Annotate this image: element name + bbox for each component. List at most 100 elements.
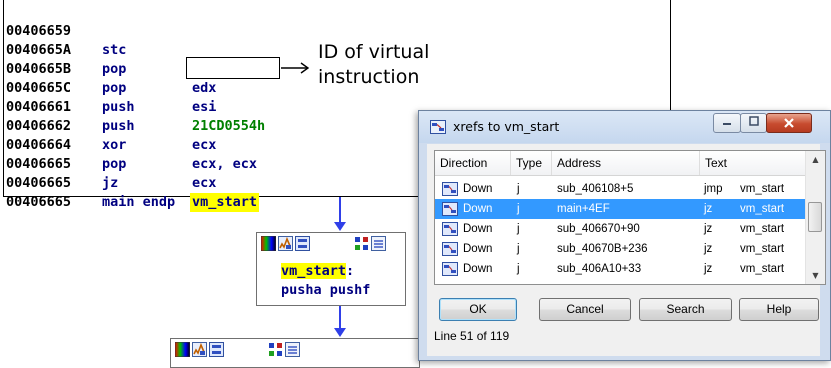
node-label-colon: : <box>346 263 355 279</box>
xref-type: j <box>517 223 520 235</box>
xref-address: sub_406108+5 <box>557 183 634 195</box>
xref-direction: Down <box>463 203 493 215</box>
xref-text-target: vm_start <box>740 263 785 275</box>
close-button[interactable] <box>766 113 812 133</box>
cancel-button[interactable]: Cancel <box>539 298 631 321</box>
xref-type: j <box>517 263 520 275</box>
asm-operands: edx <box>192 80 217 96</box>
asm-line[interactable]: 00406662 xor ecx, ecx <box>6 98 257 172</box>
xref-text-target: vm_start <box>740 243 785 255</box>
node-label[interactable]: vm_start <box>281 263 347 279</box>
help-button[interactable]: Help <box>739 298 819 321</box>
xref-row-selected[interactable]: Down j main+4EF jz vm_start <box>435 199 807 219</box>
list-header: Direction Type Address Text <box>435 151 807 176</box>
edit-icon[interactable] <box>278 236 293 251</box>
xref-type: j <box>517 203 520 215</box>
xref-row[interactable]: Down j sub_40670B+236 jz vm_start <box>435 239 807 259</box>
xref-text-target: vm_start <box>740 223 785 235</box>
asm-line[interactable]: 0040665A pop edx <box>6 22 216 96</box>
xref-text-op: jz <box>704 223 713 235</box>
xref-text-op: jz <box>704 263 713 275</box>
graph-edge <box>339 197 341 225</box>
column-header-direction[interactable]: Direction <box>435 151 511 175</box>
column-header-address[interactable]: Address <box>552 151 700 175</box>
maximize-button[interactable] <box>740 113 767 133</box>
xref-text-target: vm_start <box>740 183 785 195</box>
xref-row[interactable]: Down j sub_406A10+33 jz vm_start <box>435 259 807 279</box>
xrefs-list[interactable]: Direction Type Address Text Down j sub_4… <box>434 150 826 285</box>
asm-mnemonic: pop <box>102 61 127 77</box>
color-palette-icon[interactable] <box>175 342 190 357</box>
dialog-title: xrefs to vm_start <box>453 119 560 134</box>
minimize-button[interactable] <box>713 113 741 133</box>
asm-mnemonic: xor <box>102 137 127 153</box>
column-header-type[interactable]: Type <box>511 151 552 175</box>
xref-direction: Down <box>463 243 493 255</box>
xref-text-target: vm_start <box>740 203 785 215</box>
search-button[interactable]: Search <box>639 298 732 321</box>
xref-row[interactable]: Down j sub_406108+5 jmp vm_start <box>435 179 807 199</box>
maximize-icon <box>748 116 759 126</box>
asm-mnemonic: jz <box>102 175 119 191</box>
xref-address: sub_406670+90 <box>557 223 640 235</box>
asm-line[interactable]: 00406665 jz vm_start <box>6 136 260 212</box>
list-icon[interactable] <box>371 236 386 251</box>
xref-row-icon <box>442 182 458 196</box>
graph-icon[interactable] <box>209 342 224 357</box>
asm-mnemonic: main endp <box>102 194 176 210</box>
xref-direction: Down <box>463 223 493 235</box>
xref-direction: Down <box>463 263 493 275</box>
list-icon[interactable] <box>285 342 300 357</box>
xref-row-icon <box>442 222 458 236</box>
ok-button[interactable]: OK <box>439 298 517 321</box>
dialog-title-bar[interactable]: xrefs to vm_start <box>419 111 830 143</box>
xref-row-icon <box>442 202 458 216</box>
minimize-icon <box>723 123 731 125</box>
scroll-up-arrow-icon[interactable]: ▲ <box>806 151 825 168</box>
asm-line[interactable]: 00406665 main endp <box>6 155 175 210</box>
xref-direction: Down <box>463 183 493 195</box>
xrefs-dialog: xrefs to vm_start Direction Type Address… <box>418 110 831 361</box>
graph-icon[interactable] <box>295 236 310 251</box>
vertical-scrollbar[interactable]: ▲ ▼ <box>805 151 825 284</box>
xref-row-icon <box>442 242 458 256</box>
graph-node-vm-start[interactable]: vm_start: pusha pushf <box>256 232 406 306</box>
xref-address: sub_40670B+236 <box>557 243 648 255</box>
scroll-down-arrow-icon[interactable]: ▼ <box>806 267 825 284</box>
asm-mnemonic: push <box>102 99 135 115</box>
close-icon <box>784 118 794 128</box>
color-palette-icon[interactable] <box>261 236 276 251</box>
asm-operands: esi <box>192 99 217 115</box>
asm-line[interactable]: 00406659 stc <box>6 3 126 58</box>
xref-row[interactable]: Down j sub_406670+90 jz vm_start <box>435 219 807 239</box>
graph-node-next[interactable] <box>170 338 420 368</box>
asm-jump-target[interactable]: vm_start <box>190 193 260 212</box>
asm-operands: ecx <box>192 137 217 153</box>
asm-mnemonic: pop <box>102 156 127 172</box>
status-line: Line 51 of 119 <box>434 329 510 343</box>
xref-address: main+4EF <box>557 203 610 215</box>
edit-icon[interactable] <box>192 342 207 357</box>
asm-line[interactable]: 00406664 pop ecx <box>6 117 216 191</box>
xref-text-op: jmp <box>704 183 723 195</box>
xref-type: j <box>517 243 520 255</box>
group-icon[interactable] <box>268 342 283 357</box>
asm-mnemonic: pop <box>102 80 127 96</box>
xrefs-window-icon <box>430 120 446 134</box>
scrollbar-thumb[interactable] <box>808 202 822 232</box>
asm-address: 00406665 <box>6 194 72 210</box>
asm-operands: ecx <box>192 175 217 191</box>
annotation-text: ID of virtual instruction <box>318 41 430 88</box>
asm-immediate-operand[interactable]: 21CD0554h <box>192 117 265 136</box>
dialog-body: Direction Type Address Text Down j sub_4… <box>427 144 826 356</box>
asm-line[interactable]: 00406661 push ecx <box>6 79 216 153</box>
asm-line[interactable]: 0040665C push 21CD0554h <box>6 60 265 134</box>
asm-operands: ecx, ecx <box>192 156 258 172</box>
column-header-text[interactable]: Text <box>700 151 807 175</box>
xref-text-op: jz <box>704 203 713 215</box>
asm-line[interactable]: 00406665 <box>6 174 71 210</box>
group-icon[interactable] <box>354 236 369 251</box>
asm-line[interactable]: 0040665B pop esi <box>6 41 216 115</box>
xref-address: sub_406A10+33 <box>557 263 642 275</box>
node-code-line: pusha pushf <box>281 282 371 298</box>
